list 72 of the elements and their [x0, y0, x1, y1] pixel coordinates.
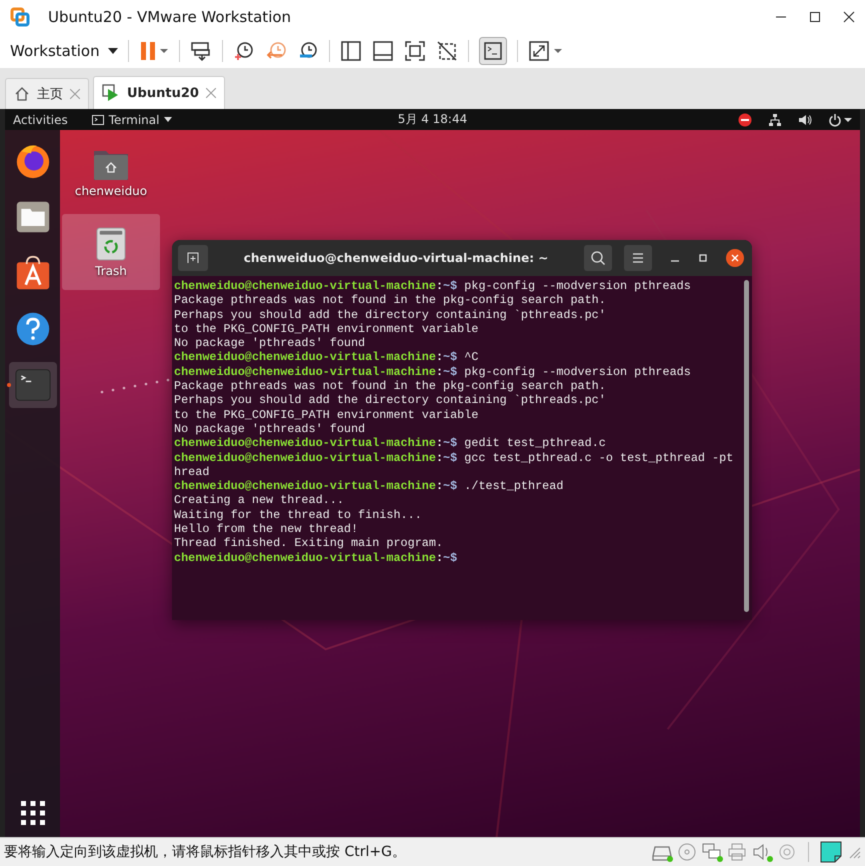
revert-snapshot-icon[interactable] — [264, 40, 287, 62]
terminal-title: chenweiduo@chenweiduo-virtual-machine: ~ — [242, 251, 550, 265]
resize-grip-icon[interactable] — [847, 845, 861, 859]
snapshot-icon[interactable] — [232, 40, 255, 62]
status-message: 要将输入定向到该虚拟机，请将鼠标指针移入其中或按 Ctrl+G。 — [4, 843, 406, 861]
folder-icon — [14, 199, 50, 235]
output-text: No package 'pthreads' found — [174, 422, 366, 436]
volume-icon[interactable] — [798, 112, 812, 126]
trash-icon — [96, 226, 126, 260]
icon-label: Trash — [95, 264, 127, 278]
pause-icon[interactable] — [138, 40, 169, 60]
workstation-menu[interactable]: Workstation — [10, 42, 118, 60]
console-view-icon[interactable] — [478, 36, 507, 64]
command-line: chenweiduo@chenweiduo-virtual-machine:~$ — [174, 550, 458, 565]
device-status[interactable] — [752, 842, 772, 862]
output-text: to the PKG_CONFIG_PATH environment variable — [174, 322, 478, 336]
network-icon[interactable] — [768, 112, 782, 126]
desktop-icon[interactable]: chenweiduo — [62, 134, 160, 210]
app-menu[interactable]: Terminal — [92, 112, 172, 126]
terminal-icon — [14, 367, 50, 403]
command-line: chenweiduo@chenweiduo-virtual-machine:~$ gedit test_pthread.c — [174, 436, 606, 450]
sidebar-icon[interactable] — [340, 40, 362, 62]
send-keys-icon[interactable] — [190, 40, 212, 62]
note-icon[interactable] — [820, 841, 842, 863]
tab-label: 主页 — [37, 86, 63, 103]
output-text: to the PKG_CONFIG_PATH environment variable — [174, 408, 478, 422]
output-text: Creating a new thread... — [174, 493, 344, 508]
output-text: Waiting for the thread to finish... — [174, 508, 422, 522]
menu-icon[interactable] — [624, 245, 652, 271]
command-line: chenweiduo@chenweiduo-virtual-machine:~$ ./test_pthread — [174, 479, 564, 494]
icon-label: chenweiduo — [74, 184, 148, 198]
activities-button[interactable]: Activities — [13, 112, 68, 126]
command-line: chenweiduo@chenweiduo-virtual-machine:~$ gcc test_pthread.c -o test_pthread -pthread — [174, 450, 734, 479]
maximize-icon[interactable] — [809, 10, 821, 22]
tab-label: Ubuntu20 — [127, 86, 199, 100]
vm-tab[interactable]: 主页 — [5, 78, 89, 109]
window-title: Ubuntu20 - VMware Workstation — [48, 8, 292, 26]
help-icon — [14, 311, 50, 347]
new-tab-icon[interactable] — [178, 245, 208, 271]
close-icon[interactable] — [843, 10, 855, 22]
command-line: chenweiduo@chenweiduo-virtual-machine:~$ pkg-config --modversion pthreads — [174, 279, 691, 293]
command-line: chenweiduo@chenweiduo-virtual-machine:~$ pkg-config --modversion pthreads — [174, 364, 691, 379]
close-icon[interactable] — [726, 249, 744, 267]
thumbnail-bar-icon[interactable] — [372, 40, 394, 62]
search-icon[interactable] — [584, 245, 612, 271]
do-not-disturb-icon[interactable] — [738, 112, 752, 126]
app-menu-label: Terminal — [108, 112, 160, 126]
vm-play-icon — [102, 84, 120, 102]
app-grid-icon[interactable] — [20, 801, 44, 825]
clock[interactable]: 5月 4 18:44 — [398, 111, 468, 128]
shopping-bag-icon — [14, 255, 50, 291]
terminal-icon — [92, 114, 104, 124]
output-text: Perhaps you should add the directory containing `pthreads.pc' — [174, 393, 606, 408]
stretch-icon[interactable] — [528, 40, 564, 62]
home-icon — [14, 86, 30, 102]
device-status[interactable] — [702, 842, 722, 862]
output-text: Package pthreads was not found in the pkg-config search path. — [174, 379, 606, 394]
output-text: Hello from the new thread! — [174, 522, 358, 536]
vm-tab[interactable]: Ubuntu20 — [93, 76, 225, 109]
scrollbar[interactable] — [744, 280, 749, 612]
command-line: chenweiduo@chenweiduo-virtual-machine:~$ ^C — [174, 350, 478, 364]
desktop-icon[interactable]: Trash — [62, 214, 160, 290]
output-text: Thread finished. Exiting main program. — [174, 536, 444, 550]
caret-icon — [108, 48, 118, 54]
output-text: No package 'pthreads' found — [174, 336, 366, 350]
output-text: Perhaps you should add the directory containing `pthreads.pc' — [174, 308, 606, 322]
vmware-logo-icon — [10, 6, 30, 26]
full-screen-icon[interactable] — [404, 40, 426, 62]
unity-icon[interactable] — [436, 40, 458, 62]
caret-icon — [164, 117, 172, 122]
output-text: Package pthreads was not found in the pkg-config search path. — [174, 293, 606, 308]
power-icon[interactable] — [828, 112, 852, 126]
